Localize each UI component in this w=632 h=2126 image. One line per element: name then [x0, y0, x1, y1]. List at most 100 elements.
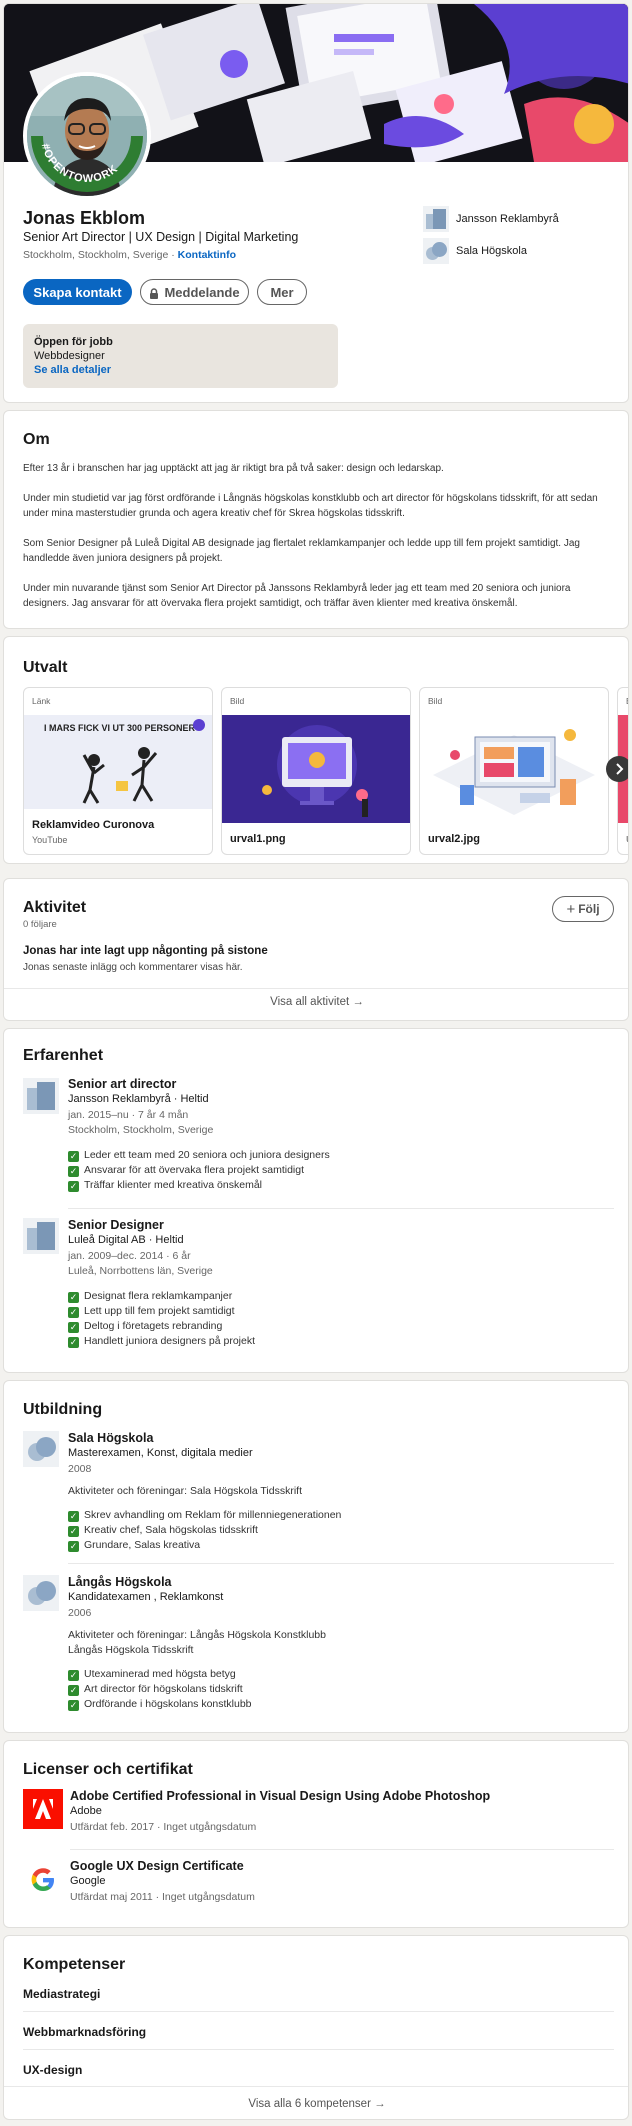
education-card: Utbildning Sala Högskola Masterexamen, K…	[3, 1380, 629, 1733]
featured-type: Länk	[32, 696, 51, 706]
school-name: Sala Högskola	[456, 245, 527, 257]
featured-title: Reklamvideo Curonova	[32, 819, 155, 831]
education-activities: Aktiviteter och föreningar: Långås Högsk…	[68, 1629, 326, 1641]
divider	[70, 1849, 614, 1850]
experience-bullet: ✓ Deltog i företagets rebranding	[68, 1320, 223, 1333]
avatar[interactable]: #OPENTOWORK	[23, 72, 151, 200]
education-degree: Masterexamen, Konst, digitala medier	[68, 1447, 253, 1459]
about-card: Om Efter 13 år i branschen har jag upptä…	[3, 410, 629, 629]
experience-location: Stockholm, Stockholm, Sverige	[68, 1124, 214, 1136]
divider	[23, 2011, 614, 2012]
section-title: Aktivitet	[23, 899, 87, 916]
experience-bullet: ✓ Handlett juniora designers på projekt	[68, 1335, 256, 1348]
section-title: Licenser och certifikat	[23, 1761, 193, 1778]
company-logo-icon[interactable]	[23, 1218, 59, 1254]
experience-role: Senior art director	[68, 1077, 177, 1091]
education-bullet: ✓ Kreativ chef, Sala högskolas tidsskrift	[68, 1524, 258, 1537]
experience-bullet: ✓ Lett upp till fem projekt samtidigt	[68, 1305, 235, 1318]
education-school: Långås Högskola	[68, 1575, 172, 1589]
featured-item[interactable]: Bild urval1.png	[221, 687, 411, 855]
checkmark-icon: ✓	[68, 1151, 79, 1162]
education-degree: Kandidatexamen , Reklamkonst	[68, 1591, 224, 1603]
checkmark-icon: ✓	[68, 1337, 79, 1348]
google-logo-icon[interactable]	[23, 1860, 63, 1900]
message-button[interactable]: Meddelande	[140, 279, 249, 305]
followers-count: 0 följare	[23, 919, 57, 930]
certificate-date: Utfärdat feb. 2017 · Inget utgångsdatum	[70, 1821, 257, 1833]
about-paragraph: Efter 13 år i branschen har jag upptäckt…	[23, 463, 444, 474]
company-logo-icon[interactable]	[23, 1078, 59, 1114]
experience-item: Senior Designer Luleå Digital AB · Helti…	[68, 1218, 255, 1350]
checkmark-icon: ✓	[68, 1511, 79, 1522]
education-item: Långås Högskola Kandidatexamen , Reklamk…	[68, 1575, 326, 1713]
section-title: Erfarenhet	[23, 1047, 104, 1064]
divider	[4, 988, 628, 989]
divider	[68, 1563, 614, 1564]
carousel-next-button[interactable]	[606, 756, 628, 782]
education-school: Sala Högskola	[68, 1431, 154, 1445]
featured-thumbnail: I MARS FICK VI UT 300 PERSONER	[24, 715, 212, 809]
checkmark-icon: ✓	[68, 1307, 79, 1318]
school-logo-icon[interactable]	[23, 1431, 59, 1467]
show-all-activity-link[interactable]: Visa all aktivitet →	[4, 996, 628, 1008]
plus-icon: +	[566, 900, 576, 918]
featured-type: Bild	[230, 696, 245, 706]
experience-company: Luleå Digital AB · Heltid	[68, 1234, 184, 1246]
experience-card: Erfarenhet Senior art director Jansson R…	[3, 1028, 629, 1373]
section-title: Utvalt	[23, 659, 68, 676]
education-bullet: ✓ Utexaminerad med högsta betyg	[68, 1668, 236, 1681]
company-name: Jansson Reklambyrå	[456, 213, 559, 225]
current-school[interactable]: Sala Högskola	[423, 238, 527, 264]
education-item: Sala Högskola Masterexamen, Konst, digit…	[68, 1431, 341, 1554]
featured-type: B	[626, 696, 628, 706]
more-button[interactable]: Mer	[257, 279, 307, 305]
divider	[68, 1208, 614, 1209]
experience-location: Luleå, Norrbottens län, Sverige	[68, 1265, 213, 1277]
checkmark-icon: ✓	[68, 1166, 79, 1177]
activity-empty-sub: Jonas senaste inlägg och kommentarer vis…	[23, 962, 243, 973]
education-bullet: ✓ Skrev avhandling om Reklam för millenni…	[68, 1509, 342, 1522]
checkmark-icon: ✓	[68, 1181, 79, 1192]
arrow-right-icon: →	[374, 2098, 386, 2110]
featured-card: Utvalt Länk I MARS FICK VI UT 300 PERSON…	[3, 636, 629, 864]
skill-item[interactable]: UX-design	[23, 2063, 82, 2077]
featured-item[interactable]: Länk I MARS FICK VI UT 300 PERSONER Rekl…	[23, 687, 213, 855]
open-to-work-title: Öppen för jobb	[34, 336, 113, 348]
education-bullet: ✓ Grundare, Salas kreativa	[68, 1539, 201, 1552]
education-bullet: ✓ Art director för högskolans tidskrift	[68, 1683, 243, 1696]
skill-item[interactable]: Mediastrategi	[23, 1987, 100, 2001]
see-details-link[interactable]: Se alla detaljer	[34, 364, 111, 376]
education-year: 2008	[68, 1463, 92, 1475]
connect-button[interactable]: Skapa kontakt	[23, 279, 132, 305]
divider	[4, 2086, 628, 2087]
checkmark-icon: ✓	[68, 1670, 79, 1681]
contact-info-link[interactable]: Kontaktinfo	[178, 249, 236, 261]
open-to-work-role: Webbdesigner	[34, 350, 105, 362]
experience-bullet: ✓ Designat flera reklamkampanjer	[68, 1290, 233, 1303]
certificates-card: Licenser och certifikat Adobe Certified …	[3, 1740, 629, 1928]
education-year: 2006	[68, 1607, 92, 1619]
adobe-logo-icon[interactable]	[23, 1789, 63, 1829]
show-all-skills-link[interactable]: Visa alla 6 kompetenser →	[4, 2098, 628, 2110]
featured-sub: YouTube	[32, 835, 68, 845]
school-logo-icon[interactable]	[23, 1575, 59, 1611]
school-logo-icon	[423, 238, 449, 264]
featured-item[interactable]: Bild urval2.jpg	[419, 687, 609, 855]
current-company[interactable]: Jansson Reklambyrå	[423, 206, 559, 232]
featured-title: u	[626, 833, 628, 845]
arrow-right-icon: →	[352, 996, 364, 1008]
follow-button[interactable]: + Följ	[552, 896, 614, 922]
skill-item[interactable]: Webbmarknadsföring	[23, 2025, 146, 2039]
certificate-item: Adobe Certified Professional in Visual D…	[70, 1789, 490, 1836]
open-to-work-box[interactable]: Öppen för jobb Webbdesigner Se alla deta…	[23, 324, 338, 388]
skills-card: Kompetenser Mediastrategi Webbmarknadsfö…	[3, 1935, 629, 2120]
experience-dates: jan. 2015–nu · 7 år 4 mån	[68, 1109, 189, 1121]
about-paragraph: Som Senior Designer på Luleå Digital AB …	[23, 538, 580, 564]
divider	[23, 2049, 614, 2050]
featured-type: Bild	[428, 696, 443, 706]
education-bullet: ✓ Ordförande i högskolans konstklubb	[68, 1698, 252, 1711]
section-title: Kompetenser	[23, 1956, 126, 1973]
activity-card: Aktivitet 0 följare + Följ Jonas har int…	[3, 878, 629, 1021]
certificate-name: Adobe Certified Professional in Visual D…	[70, 1789, 491, 1803]
section-title: Utbildning	[23, 1401, 103, 1418]
